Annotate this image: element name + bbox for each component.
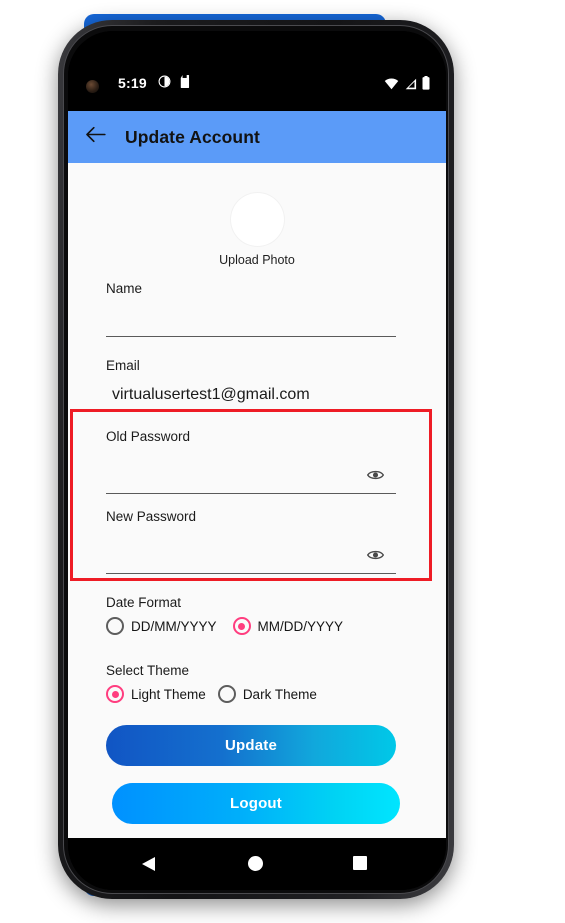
eye-icon-new-password[interactable] (366, 548, 385, 566)
field-name-input[interactable] (106, 336, 396, 337)
radio-theme-light-label: Light Theme (131, 686, 206, 702)
android-nav-bar (68, 838, 446, 890)
date-format-options: DD/MM/YYYY MM/DD/YYYY (106, 617, 343, 635)
radio-theme-light[interactable]: Light Theme (106, 685, 206, 703)
form-content: Upload Photo Name Email virtualusertest1… (68, 163, 446, 838)
radio-theme-dark-label: Dark Theme (242, 686, 317, 702)
app-bar: Update Account (68, 111, 446, 163)
phone-bezel: 5:19 Update Account Upload Photo Name Em… (63, 25, 449, 894)
home-circle-icon (248, 856, 263, 871)
field-new-password-label: New Password (106, 509, 197, 524)
eye-icon-old-password[interactable] (366, 468, 385, 486)
photo-placeholder-circle-icon[interactable] (230, 193, 284, 246)
brightness-icon (158, 75, 171, 93)
battery-icon (422, 76, 430, 95)
status-left-icons (158, 75, 191, 93)
field-old-password-input[interactable] (106, 460, 396, 494)
field-old-password[interactable]: Old Password (106, 429, 396, 494)
screenshot-stage: 5:19 Update Account Upload Photo Name Em… (0, 0, 565, 923)
update-button[interactable]: Update (106, 725, 396, 766)
camera-punch-hole-icon (86, 80, 99, 93)
select-theme-group: Select Theme Light Theme Dark Theme (106, 663, 317, 703)
date-format-title: Date Format (106, 595, 182, 610)
logout-button[interactable]: Logout (112, 783, 400, 824)
upload-photo-block[interactable]: Upload Photo (68, 193, 446, 267)
status-right-icons (384, 76, 430, 95)
cellular-signal-icon (404, 77, 417, 95)
field-new-password[interactable]: New Password (106, 509, 396, 574)
field-name[interactable]: Name (106, 281, 396, 337)
radio-date-ddmmyyyy-label: DD/MM/YYYY (131, 618, 217, 634)
nav-home-button[interactable] (248, 856, 263, 871)
date-format-group: Date Format DD/MM/YYYY MM/DD/YYYY (106, 595, 343, 635)
field-email-value[interactable]: virtualusertest1@gmail.com (106, 386, 396, 404)
radio-date-ddmmyyyy[interactable]: DD/MM/YYYY (106, 617, 217, 635)
sdcard-icon (180, 75, 191, 93)
page-title: Update Account (125, 126, 260, 147)
field-old-password-label: Old Password (106, 429, 191, 444)
wifi-icon (384, 77, 399, 95)
upload-photo-label: Upload Photo (219, 253, 295, 267)
field-name-label: Name (106, 281, 143, 296)
field-new-password-input[interactable] (106, 540, 396, 574)
radio-mark-unselected-icon (217, 685, 236, 703)
phone-screen: 5:19 Update Account Upload Photo Name Em… (68, 31, 446, 890)
radio-date-mmddyyyy-label: MM/DD/YYYY (257, 618, 344, 634)
select-theme-options: Light Theme Dark Theme (106, 685, 317, 703)
radio-mark-selected-icon (106, 685, 124, 703)
status-time: 5:19 (118, 75, 147, 91)
arrow-left-icon (85, 126, 106, 148)
field-email-label: Email (106, 358, 140, 373)
radio-theme-dark[interactable]: Dark Theme (217, 685, 317, 703)
radio-mark-selected-icon (232, 617, 251, 635)
field-email[interactable]: Email virtualusertest1@gmail.com (106, 358, 396, 404)
back-button[interactable] (68, 126, 112, 148)
recents-square-icon (353, 856, 367, 870)
nav-back-button[interactable] (141, 856, 156, 877)
status-bar: 5:19 (68, 31, 446, 111)
phone-frame: 5:19 Update Account Upload Photo Name Em… (58, 20, 454, 899)
nav-recents-button[interactable] (353, 856, 367, 870)
select-theme-title: Select Theme (106, 663, 190, 678)
radio-date-mmddyyyy[interactable]: MM/DD/YYYY (232, 617, 344, 635)
back-triangle-icon (141, 857, 156, 876)
radio-mark-unselected-icon (106, 617, 124, 635)
